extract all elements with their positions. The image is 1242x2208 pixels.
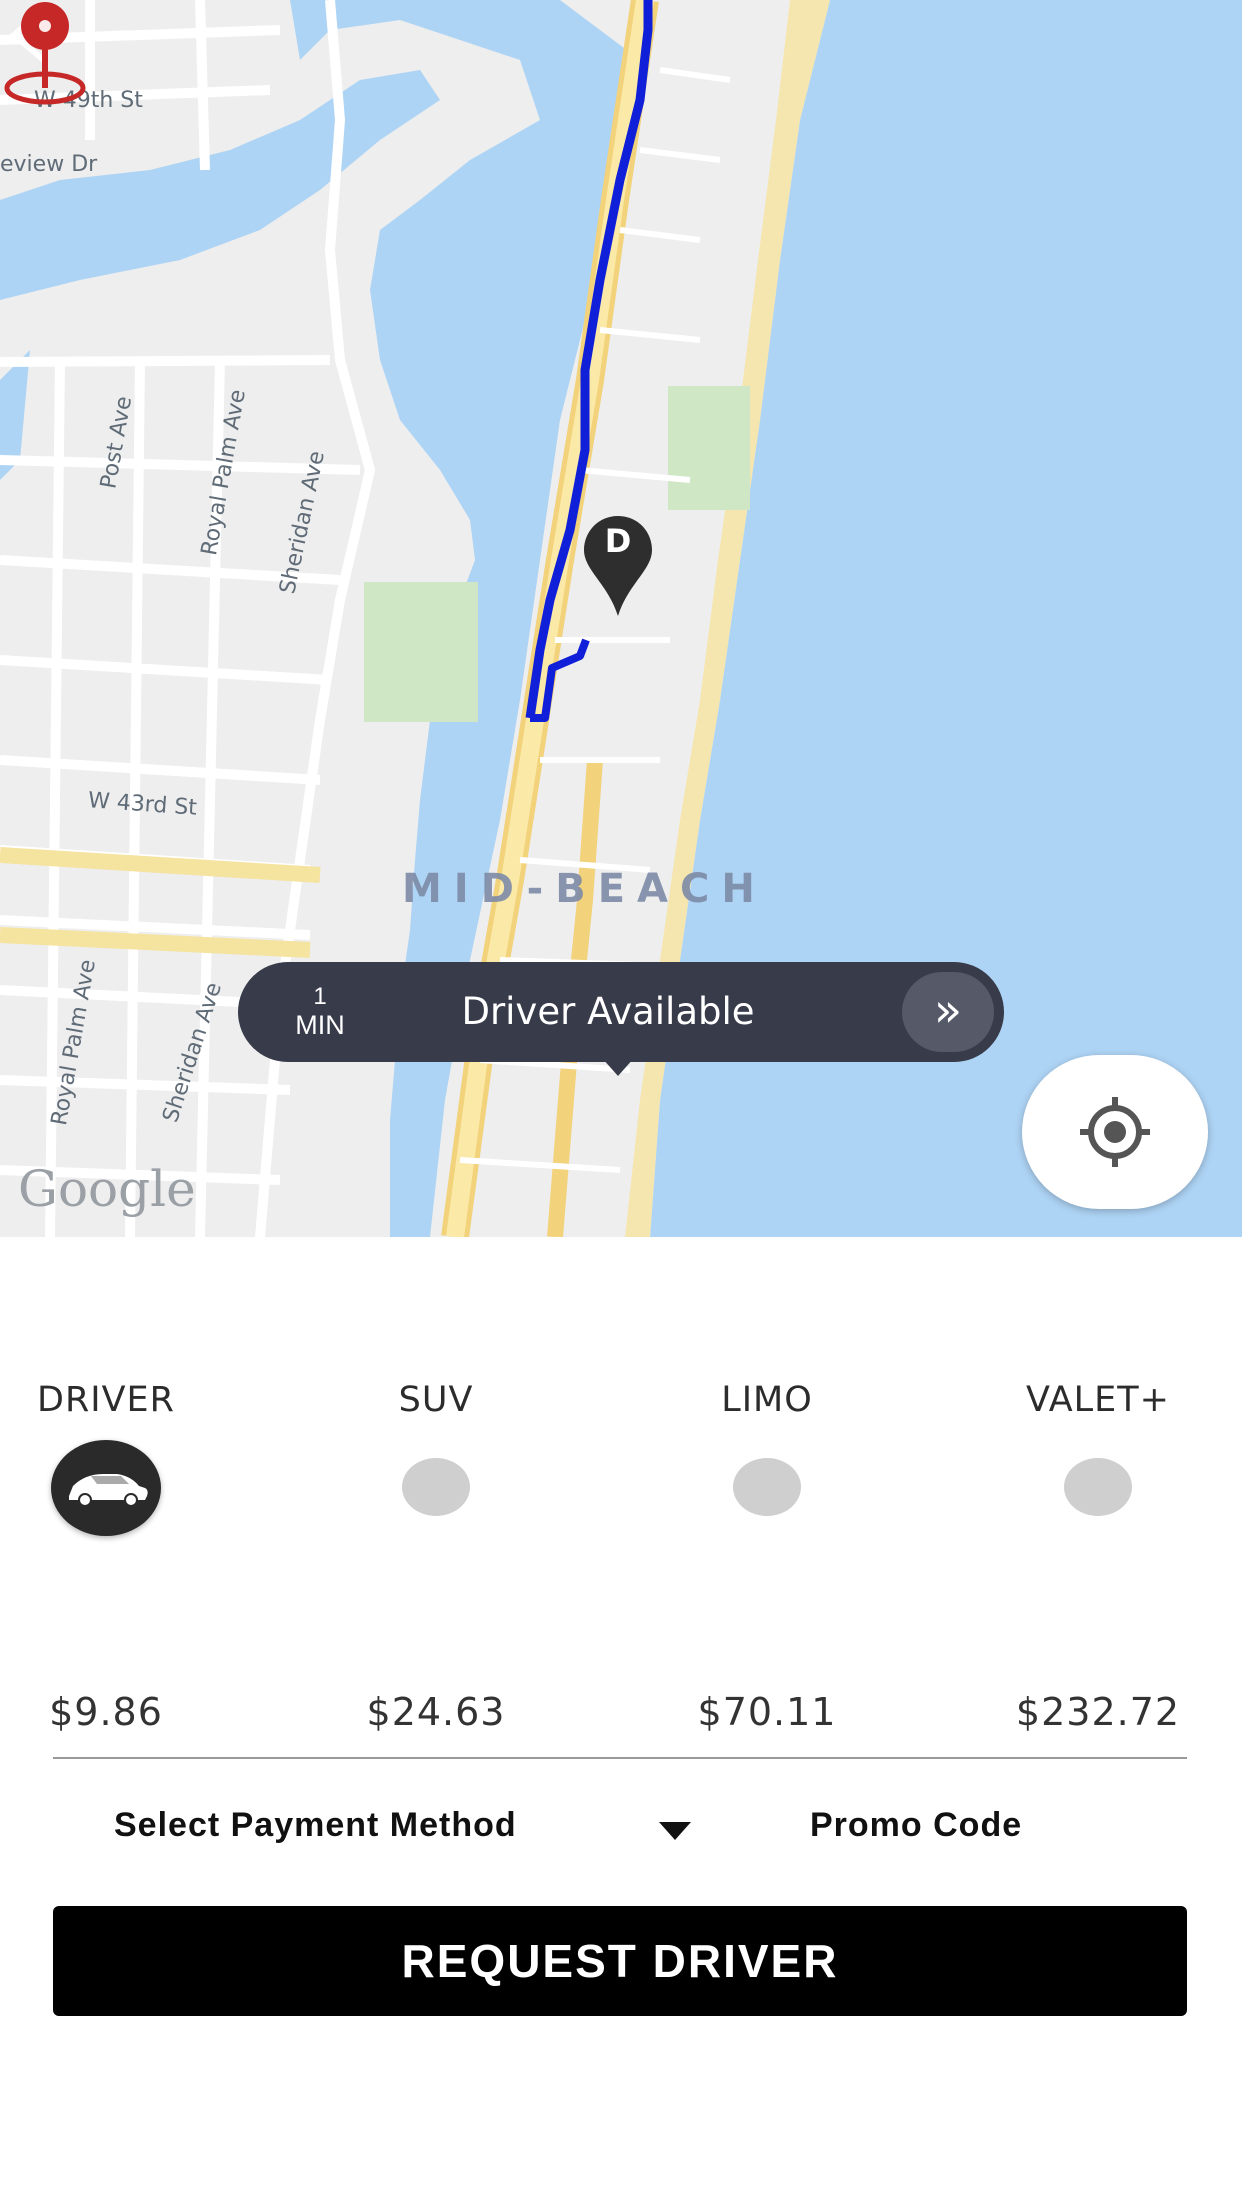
ride-type-radio[interactable] [733,1458,801,1516]
eta-time: 1 MIN [284,983,356,1041]
driver-status: Driver Available [461,990,755,1033]
price-limo: $70.11 [697,1690,837,1734]
ride-type-valet-plus[interactable]: VALET+ [948,1380,1242,1516]
pickup-pin-icon[interactable] [0,0,90,106]
street-label: eview Dr [0,152,98,177]
ride-type-suv[interactable]: SUV [286,1380,586,1516]
bubble-tail [602,1058,634,1076]
ride-type-label: DRIVER [37,1380,175,1420]
car-icon [69,1474,148,1507]
driver-marker-letter: D [604,522,632,560]
price-valet-plus: $232.72 [1015,1690,1181,1734]
ride-type-label: LIMO [721,1380,813,1420]
ride-type-radio[interactable] [402,1458,470,1516]
eta-bubble[interactable]: 1 MIN Driver Available » [238,962,1004,1062]
eta-value: 1 [313,983,327,1010]
ride-type-driver[interactable]: DRIVER [0,1380,256,1536]
caret-down-icon[interactable] [659,1822,691,1840]
payment-method-selector[interactable]: Select Payment Method [114,1806,517,1845]
ride-type-selector: DRIVER SUV LIMO VALET+ [0,1380,1242,1550]
ride-type-limo[interactable]: LIMO [617,1380,917,1516]
request-driver-button[interactable]: REQUEST DRIVER [53,1906,1187,2016]
ride-type-label: VALET+ [1026,1380,1170,1420]
area-label: MID-BEACH [402,866,767,912]
ride-type-selected-indicator[interactable] [51,1440,161,1536]
driver-marker[interactable]: D [582,514,654,618]
ride-type-label: SUV [398,1380,474,1420]
divider [53,1757,1187,1759]
price-driver: $9.86 [49,1690,163,1734]
promo-code-link[interactable]: Promo Code [810,1806,1022,1845]
price-row: $9.86 $24.63 $70.11 $232.72 [0,1690,1242,1740]
eta-unit: MIN [295,1010,345,1040]
my-location-button[interactable] [1022,1055,1208,1209]
ride-type-radio[interactable] [1064,1458,1132,1516]
map-view[interactable]: W 49th St eview Dr Post Ave Royal Palm A… [0,0,1242,1237]
crosshair-icon [1080,1097,1150,1167]
double-chevron-right-icon[interactable]: » [902,972,994,1052]
price-suv: $24.63 [366,1690,506,1734]
google-logo: Google [18,1160,196,1218]
